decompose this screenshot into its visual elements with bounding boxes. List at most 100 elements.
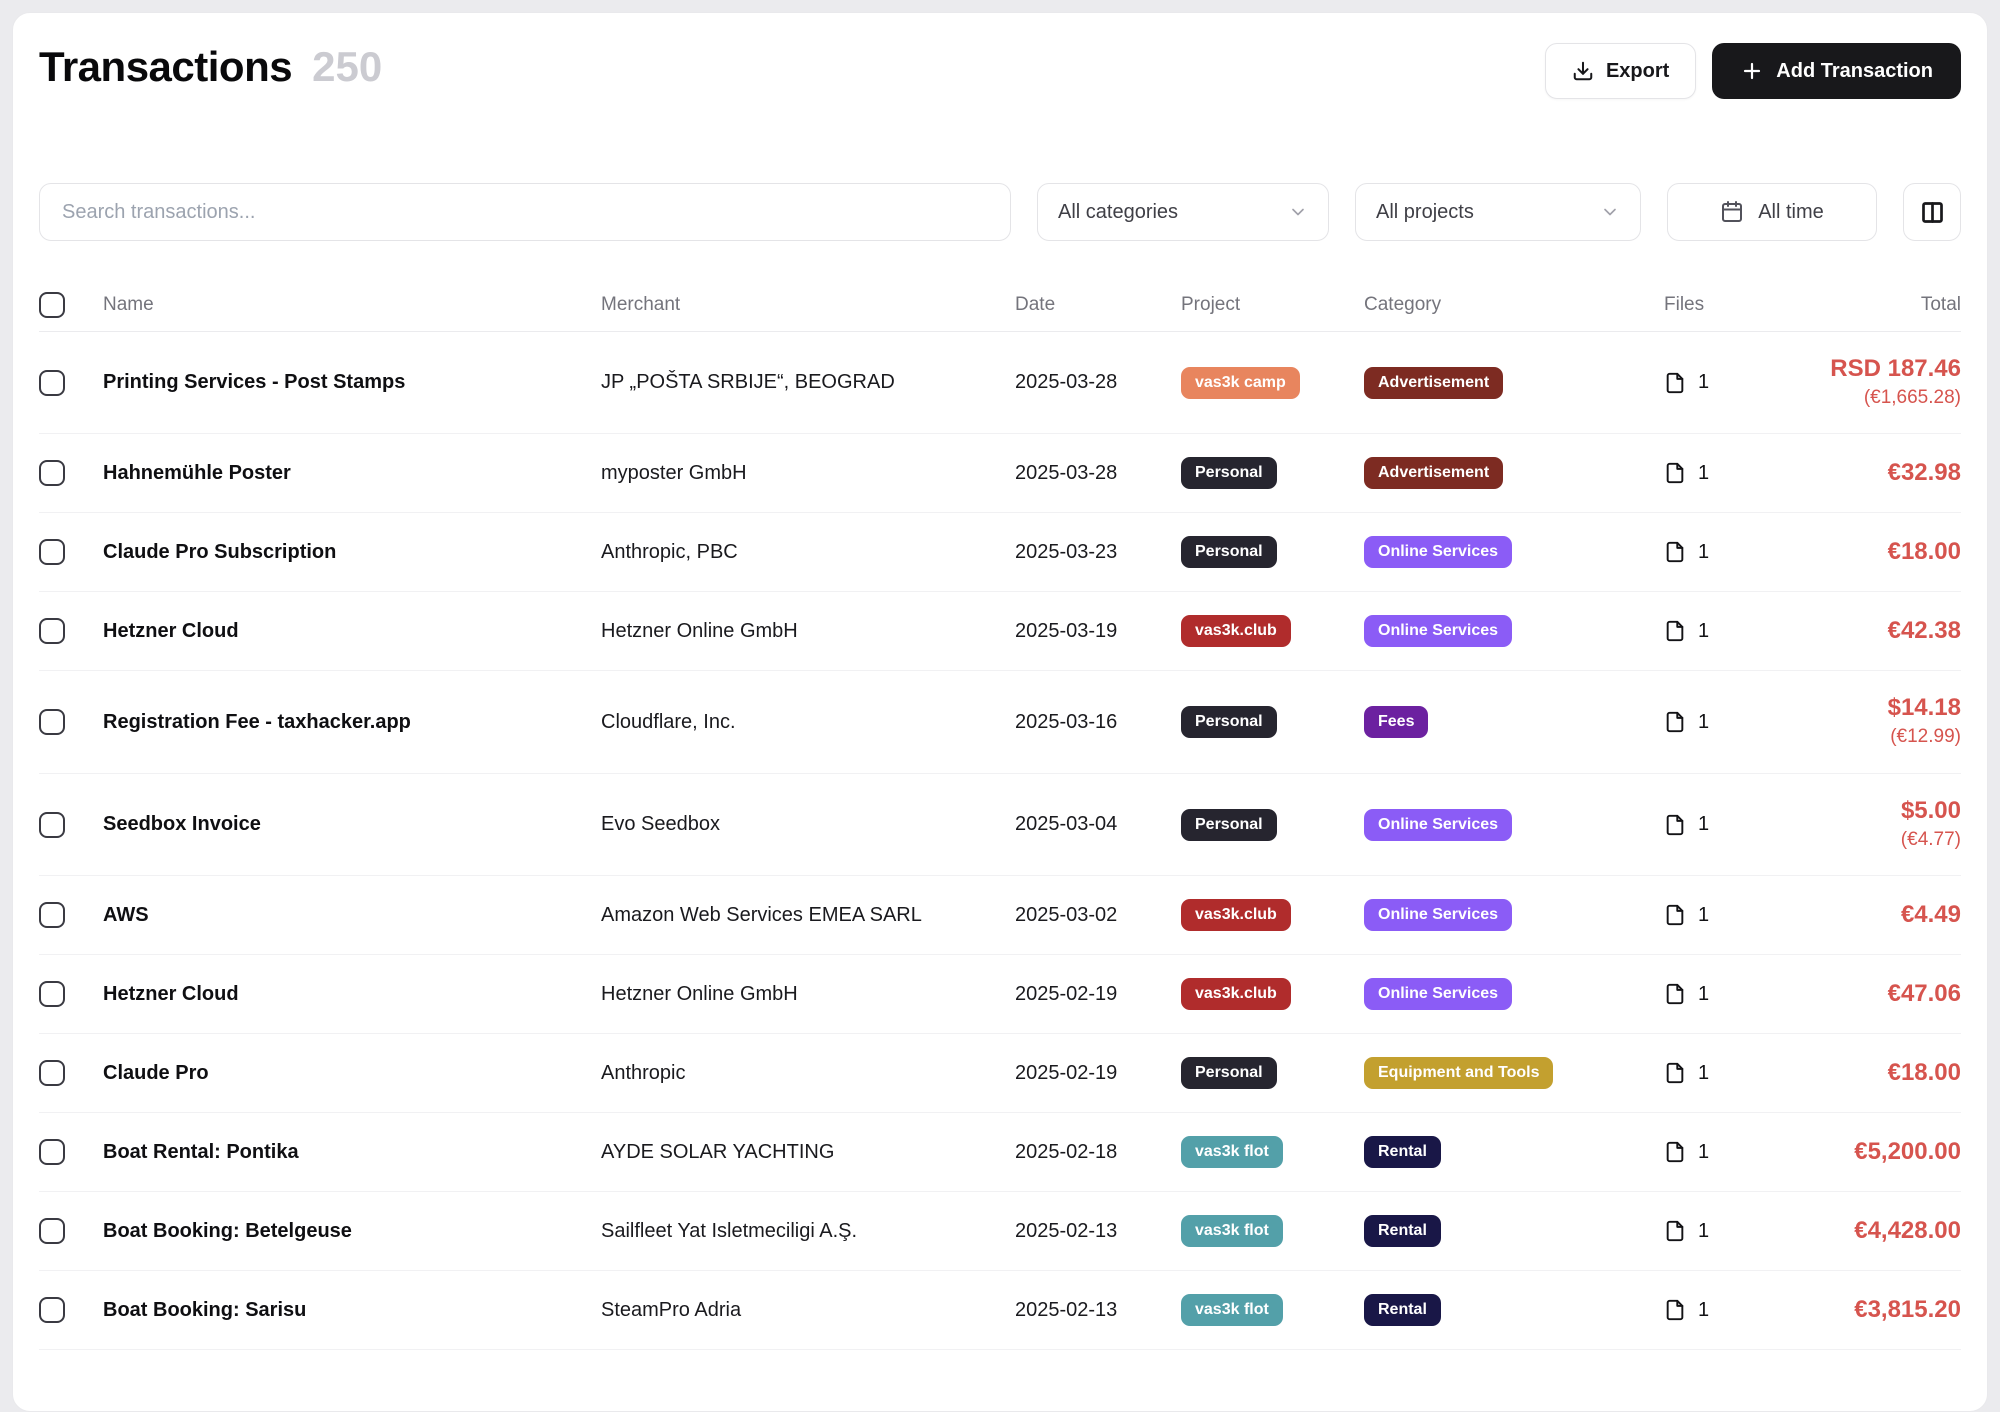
transaction-total: $5.00 bbox=[1794, 797, 1961, 826]
row-checkbox[interactable] bbox=[39, 370, 65, 396]
file-count: 1 bbox=[1698, 462, 1709, 485]
category-cell: Rental bbox=[1364, 1113, 1664, 1191]
category-badge[interactable]: Advertisement bbox=[1364, 367, 1503, 399]
table-row[interactable]: Claude Pro Subscription Anthropic, PBC 2… bbox=[39, 513, 1961, 592]
add-transaction-button[interactable]: Add Transaction bbox=[1712, 43, 1961, 99]
table-row[interactable]: Boat Booking: Sarisu SteamPro Adria 2025… bbox=[39, 1271, 1961, 1350]
category-badge[interactable]: Rental bbox=[1364, 1136, 1441, 1168]
files-cell[interactable]: 1 bbox=[1664, 1275, 1794, 1345]
files-cell[interactable]: 1 bbox=[1664, 596, 1794, 666]
project-badge[interactable]: Personal bbox=[1181, 809, 1277, 841]
table-row[interactable]: Boat Booking: Betelgeuse Sailfleet Yat I… bbox=[39, 1192, 1961, 1271]
header-actions: Export Add Transaction bbox=[1545, 43, 1961, 99]
table-row[interactable]: Claude Pro Anthropic 2025-02-19 Personal… bbox=[39, 1034, 1961, 1113]
files-cell[interactable]: 1 bbox=[1664, 1038, 1794, 1108]
project-badge[interactable]: Personal bbox=[1181, 706, 1277, 738]
row-checkbox[interactable] bbox=[39, 902, 65, 928]
row-checkbox[interactable] bbox=[39, 1060, 65, 1086]
row-checkbox[interactable] bbox=[39, 812, 65, 838]
row-checkbox[interactable] bbox=[39, 1218, 65, 1244]
transaction-name[interactable]: Boat Rental: Pontika bbox=[103, 1118, 601, 1187]
category-badge[interactable]: Advertisement bbox=[1364, 457, 1503, 489]
transaction-name[interactable]: Hahnemühle Poster bbox=[103, 439, 601, 508]
row-checkbox[interactable] bbox=[39, 460, 65, 486]
files-cell[interactable]: 1 bbox=[1664, 790, 1794, 860]
transaction-name[interactable]: Registration Fee - taxhacker.app bbox=[103, 688, 601, 757]
row-checkbox[interactable] bbox=[39, 539, 65, 565]
transaction-name[interactable]: Claude Pro Subscription bbox=[103, 518, 601, 587]
project-badge[interactable]: vas3k.club bbox=[1181, 899, 1291, 931]
project-badge[interactable]: vas3k.club bbox=[1181, 615, 1291, 647]
project-badge[interactable]: Personal bbox=[1181, 1057, 1277, 1089]
transaction-name[interactable]: Boat Booking: Sarisu bbox=[103, 1276, 601, 1345]
column-header-merchant[interactable]: Merchant bbox=[601, 281, 1015, 329]
project-badge[interactable]: vas3k flot bbox=[1181, 1136, 1283, 1168]
row-checkbox-cell bbox=[39, 1116, 103, 1188]
search-input[interactable] bbox=[39, 183, 1011, 241]
category-badge[interactable]: Equipment and Tools bbox=[1364, 1057, 1553, 1089]
category-badge[interactable]: Online Services bbox=[1364, 536, 1512, 568]
transaction-merchant: AYDE SOLAR YACHTING bbox=[601, 1118, 1015, 1187]
category-badge[interactable]: Online Services bbox=[1364, 615, 1512, 647]
category-badge[interactable]: Fees bbox=[1364, 706, 1428, 738]
files-cell[interactable]: 1 bbox=[1664, 348, 1794, 418]
date-range-button[interactable]: All time bbox=[1667, 183, 1877, 241]
files-cell[interactable]: 1 bbox=[1664, 1196, 1794, 1266]
transaction-name[interactable]: Hetzner Cloud bbox=[103, 597, 601, 666]
category-badge[interactable]: Rental bbox=[1364, 1215, 1441, 1247]
category-badge[interactable]: Rental bbox=[1364, 1294, 1441, 1326]
files-cell[interactable]: 1 bbox=[1664, 1117, 1794, 1187]
column-header-name[interactable]: Name bbox=[103, 281, 601, 329]
files-cell[interactable]: 1 bbox=[1664, 687, 1794, 757]
project-badge[interactable]: vas3k flot bbox=[1181, 1215, 1283, 1247]
column-header-project[interactable]: Project bbox=[1181, 281, 1364, 329]
table-row[interactable]: Hetzner Cloud Hetzner Online GmbH 2025-0… bbox=[39, 955, 1961, 1034]
total-cell: €5,200.00 bbox=[1794, 1115, 1961, 1190]
table-row[interactable]: Seedbox Invoice Evo Seedbox 2025-03-04 P… bbox=[39, 774, 1961, 876]
table-row[interactable]: AWS Amazon Web Services EMEA SARL 2025-0… bbox=[39, 876, 1961, 955]
files-cell[interactable]: 1 bbox=[1664, 959, 1794, 1029]
transaction-name[interactable]: AWS bbox=[103, 881, 601, 950]
total-cell: €42.38 bbox=[1794, 594, 1961, 669]
project-badge[interactable]: vas3k camp bbox=[1181, 367, 1300, 399]
files-cell[interactable]: 1 bbox=[1664, 438, 1794, 508]
table-row[interactable]: Boat Rental: Pontika AYDE SOLAR YACHTING… bbox=[39, 1113, 1961, 1192]
category-badge[interactable]: Online Services bbox=[1364, 809, 1512, 841]
select-all-checkbox[interactable] bbox=[39, 292, 65, 318]
row-checkbox[interactable] bbox=[39, 981, 65, 1007]
column-header-date[interactable]: Date bbox=[1015, 281, 1181, 329]
files-cell[interactable]: 1 bbox=[1664, 880, 1794, 950]
projects-select[interactable]: All projects bbox=[1355, 183, 1641, 241]
table-row[interactable]: Hahnemühle Poster myposter GmbH 2025-03-… bbox=[39, 434, 1961, 513]
column-header-files[interactable]: Files bbox=[1664, 281, 1794, 329]
row-checkbox[interactable] bbox=[39, 709, 65, 735]
project-badge[interactable]: Personal bbox=[1181, 536, 1277, 568]
transaction-name[interactable]: Boat Booking: Betelgeuse bbox=[103, 1197, 601, 1266]
row-checkbox[interactable] bbox=[39, 618, 65, 644]
category-badge[interactable]: Online Services bbox=[1364, 978, 1512, 1010]
table-row[interactable]: Registration Fee - taxhacker.app Cloudfl… bbox=[39, 671, 1961, 773]
row-checkbox[interactable] bbox=[39, 1297, 65, 1323]
project-badge[interactable]: vas3k flot bbox=[1181, 1294, 1283, 1326]
export-button[interactable]: Export bbox=[1545, 43, 1696, 99]
file-icon bbox=[1664, 461, 1686, 485]
table-row[interactable]: Hetzner Cloud Hetzner Online GmbH 2025-0… bbox=[39, 592, 1961, 671]
transaction-name[interactable]: Hetzner Cloud bbox=[103, 960, 601, 1029]
row-checkbox[interactable] bbox=[39, 1139, 65, 1165]
total-cell: €3,815.20 bbox=[1794, 1273, 1961, 1348]
table-row[interactable]: Printing Services - Post Stamps JP „POŠT… bbox=[39, 332, 1961, 434]
file-count: 1 bbox=[1698, 904, 1709, 927]
project-badge[interactable]: Personal bbox=[1181, 457, 1277, 489]
transaction-name[interactable]: Seedbox Invoice bbox=[103, 790, 601, 859]
columns-toggle-button[interactable] bbox=[1903, 183, 1961, 241]
chevron-down-icon bbox=[1600, 202, 1620, 222]
column-header-total[interactable]: Total bbox=[1794, 281, 1961, 329]
project-badge[interactable]: vas3k.club bbox=[1181, 978, 1291, 1010]
transaction-name[interactable]: Claude Pro bbox=[103, 1039, 601, 1108]
transaction-name[interactable]: Printing Services - Post Stamps bbox=[103, 348, 601, 417]
files-cell[interactable]: 1 bbox=[1664, 517, 1794, 587]
category-badge[interactable]: Online Services bbox=[1364, 899, 1512, 931]
categories-select[interactable]: All categories bbox=[1037, 183, 1329, 241]
total-cell: $14.18 (€12.99) bbox=[1794, 671, 1961, 772]
column-header-category[interactable]: Category bbox=[1364, 281, 1664, 329]
